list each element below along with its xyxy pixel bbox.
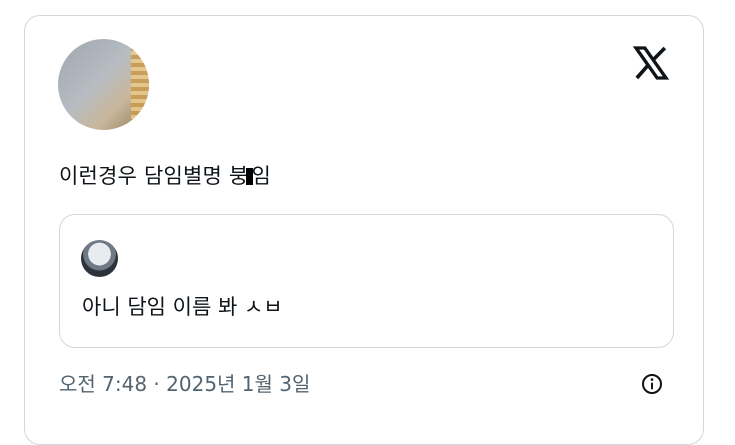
- redacted-quoted-author: [120, 237, 580, 285]
- tweet-text: 이런경우 담임별명 붕임: [59, 160, 271, 190]
- author-avatar[interactable]: [58, 39, 149, 130]
- x-logo-icon[interactable]: [631, 43, 671, 83]
- tweet-card[interactable]: 이런경우 담임별명 붕임 아니 담임 이름 봐 ㅅㅂ 오전 7:48 · 202…: [24, 15, 704, 445]
- quoted-author-avatar[interactable]: [81, 240, 118, 277]
- quoted-tweet[interactable]: 아니 담임 이름 봐 ㅅㅂ: [59, 214, 674, 348]
- tweet-text-before: 이런경우 담임별명 붕: [59, 164, 249, 188]
- redacted-author-name: [159, 89, 456, 124]
- tweet-timestamp[interactable]: 오전 7:48 · 2025년 1월 3일: [59, 368, 310, 397]
- quoted-tweet-text: 아니 담임 이름 봐 ㅅㅂ: [82, 295, 283, 319]
- tweet-text-after: 임: [251, 164, 271, 188]
- info-icon[interactable]: [640, 372, 664, 396]
